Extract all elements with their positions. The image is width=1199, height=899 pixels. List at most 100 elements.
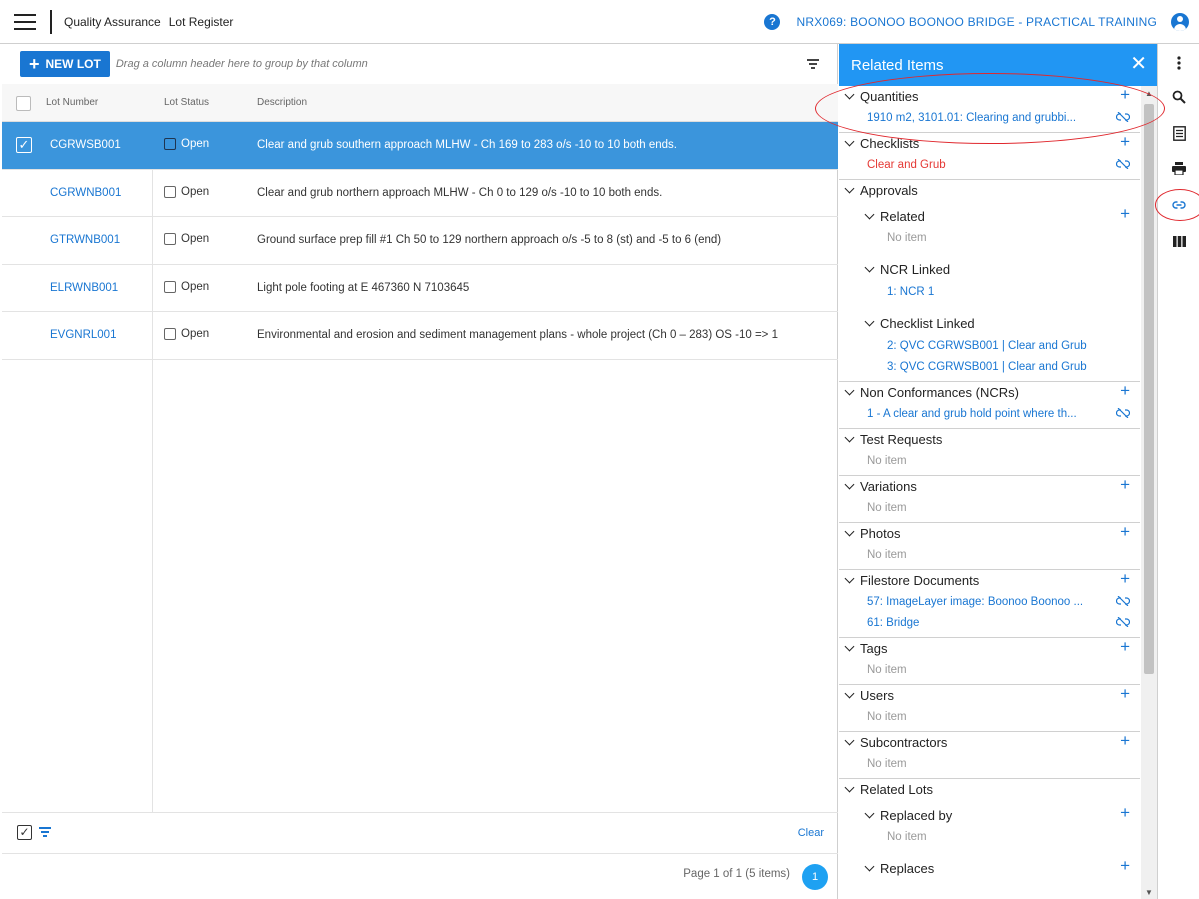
add-icon[interactable]: + (1120, 570, 1130, 588)
filter-enable-checkbox[interactable]: ✓ (17, 825, 32, 840)
add-icon[interactable]: + (1120, 732, 1130, 750)
lot-number[interactable]: CGRWSB001 (50, 139, 121, 151)
chevron-down-icon (844, 735, 855, 746)
section-toggle[interactable]: Variations + (839, 476, 1140, 497)
table-row[interactable]: GTRWNB001 Open Ground surface prep fill … (2, 217, 838, 265)
project-title[interactable]: NRX069: BOONOO BOONOO BRIDGE - PRACTICAL… (796, 15, 1157, 29)
status-checkbox[interactable] (164, 185, 176, 198)
lot-number[interactable]: GTRWNB001 (50, 234, 120, 246)
section-toggle[interactable]: Related Lots (839, 779, 1140, 800)
status-checkbox[interactable] (164, 328, 176, 340)
subsection-toggle[interactable]: NCR Linked (859, 248, 1140, 281)
table-row[interactable]: ELRWNB001 Open Light pole footing at E 4… (2, 265, 838, 312)
unlink-icon[interactable] (1116, 596, 1130, 606)
section-toggle[interactable]: Photos + (839, 523, 1140, 544)
select-all-checkbox[interactable] (16, 96, 31, 111)
status-checkbox[interactable] (164, 233, 176, 245)
status-checkbox[interactable] (164, 138, 176, 150)
subsection-toggle[interactable]: Replaced by + (859, 800, 1140, 826)
filter-icon[interactable] (807, 59, 819, 69)
add-icon[interactable]: + (1120, 133, 1130, 151)
panel-header: Related Items ✕ (839, 44, 1157, 86)
item-label[interactable]: 57: ImageLayer image: Boonoo Boonoo ... (867, 596, 1083, 608)
item-label[interactable]: 61: Bridge (867, 617, 919, 629)
add-icon[interactable]: + (1120, 638, 1130, 656)
section-toggle[interactable]: Non Conformances (NCRs) + (839, 382, 1140, 403)
add-icon[interactable]: + (1120, 523, 1130, 541)
app: Quality Assurance Lot Register ? NRX069:… (0, 0, 1199, 899)
add-icon[interactable]: + (1120, 804, 1130, 822)
unlink-icon[interactable] (1116, 112, 1130, 122)
section-toggle[interactable]: Tags + (839, 638, 1140, 659)
section-toggle[interactable]: Quantities + (839, 86, 1140, 107)
list-item[interactable]: 1: NCR 1 (859, 281, 1140, 302)
scrollbar-thumb[interactable] (1144, 104, 1154, 674)
user-icon[interactable] (1171, 13, 1189, 31)
subsection-toggle[interactable]: Checklist Linked (859, 302, 1140, 335)
lot-number[interactable]: CGRWNB001 (50, 187, 121, 199)
section-title: Quantities (860, 89, 919, 104)
section-toggle[interactable]: Test Requests (839, 429, 1140, 450)
add-icon[interactable]: + (1120, 857, 1130, 875)
more-vertical-icon[interactable] (1169, 53, 1189, 73)
list-icon[interactable] (1169, 123, 1189, 143)
lot-number[interactable]: EVGNRL001 (50, 329, 116, 341)
row-checkbox[interactable]: ✓ (16, 137, 32, 153)
clear-filter-link[interactable]: Clear (798, 827, 824, 839)
add-icon[interactable]: + (1120, 685, 1130, 703)
list-item[interactable]: 61: Bridge (839, 612, 1140, 633)
section-toggle[interactable]: Subcontractors + (839, 732, 1140, 753)
section-toggle[interactable]: Users + (839, 685, 1140, 706)
item-label[interactable]: 1: NCR 1 (887, 286, 934, 298)
lot-description: Light pole footing at E 467360 N 7103645 (257, 281, 470, 294)
table-row[interactable]: CGRWNB001 Open Clear and grub northern a… (2, 170, 838, 217)
subsection-toggle[interactable]: Replaces + (859, 847, 1140, 880)
add-icon[interactable]: + (1120, 476, 1130, 494)
unlink-icon[interactable] (1116, 159, 1130, 169)
column-header-lot-number[interactable]: Lot Number (46, 97, 98, 108)
status-checkbox[interactable] (164, 280, 176, 293)
table-row[interactable]: EVGNRL001 Open Environmental and erosion… (2, 312, 838, 360)
add-icon[interactable]: + (1120, 382, 1130, 400)
list-item[interactable]: 3: QVC CGRWSB001 | Clear and Grub (859, 356, 1140, 377)
unlink-icon[interactable] (1116, 617, 1130, 627)
item-label[interactable]: 1 - A clear and grub hold point where th… (867, 408, 1077, 420)
section-toggle[interactable]: Approvals (839, 180, 1140, 201)
page-button[interactable]: 1 (802, 864, 828, 890)
item-label[interactable]: Clear and Grub (867, 159, 946, 171)
columns-icon[interactable] (1169, 231, 1189, 251)
column-header-lot-status[interactable]: Lot Status (164, 97, 209, 108)
link-icon[interactable] (1169, 195, 1189, 215)
section-toggle[interactable]: Checklists + (839, 133, 1140, 154)
list-item[interactable]: 1 - A clear and grub hold point where th… (839, 403, 1140, 424)
scroll-down-icon[interactable]: ▼ (1145, 888, 1153, 897)
lot-number[interactable]: ELRWNB001 (50, 282, 118, 294)
list-item[interactable]: 57: ImageLayer image: Boonoo Boonoo ... (839, 591, 1140, 612)
section-toggle[interactable]: Filestore Documents + (839, 570, 1140, 591)
table-row[interactable]: ✓ CGRWSB001 Open Clear and grub southern… (2, 122, 838, 170)
item-label[interactable]: 3: QVC CGRWSB001 | Clear and Grub (887, 361, 1087, 373)
list-item[interactable]: Clear and Grub (839, 154, 1140, 175)
chevron-down-icon (844, 782, 855, 793)
breadcrumb-module[interactable]: Quality Assurance (64, 15, 161, 29)
close-icon[interactable]: ✕ (1130, 54, 1147, 74)
subsection-toggle[interactable]: Related + (859, 201, 1140, 227)
new-lot-button[interactable]: + NEW LOT (20, 51, 110, 77)
item-label[interactable]: 1910 m2, 3101.01: Clearing and grubbi... (867, 112, 1076, 124)
scroll-up-icon[interactable]: ▲ (1145, 89, 1153, 98)
help-icon[interactable]: ? (764, 14, 781, 30)
column-header-description[interactable]: Description (257, 97, 307, 108)
chevron-down-icon (844, 526, 855, 537)
panel-scrollbar[interactable]: ▲ ▼ (1141, 86, 1157, 899)
search-icon[interactable] (1169, 87, 1189, 107)
list-item[interactable]: 1910 m2, 3101.01: Clearing and grubbi... (839, 107, 1140, 128)
list-item[interactable]: 2: QVC CGRWSB001 | Clear and Grub (859, 335, 1140, 356)
menu-icon[interactable] (0, 0, 50, 44)
print-icon[interactable] (1169, 158, 1189, 178)
add-icon[interactable]: + (1120, 86, 1130, 104)
add-icon[interactable]: + (1120, 205, 1130, 223)
new-lot-label: NEW LOT (45, 57, 101, 71)
item-label[interactable]: 2: QVC CGRWSB001 | Clear and Grub (887, 340, 1087, 352)
unlink-icon[interactable] (1116, 408, 1130, 418)
filter-builder-icon[interactable] (39, 827, 51, 839)
